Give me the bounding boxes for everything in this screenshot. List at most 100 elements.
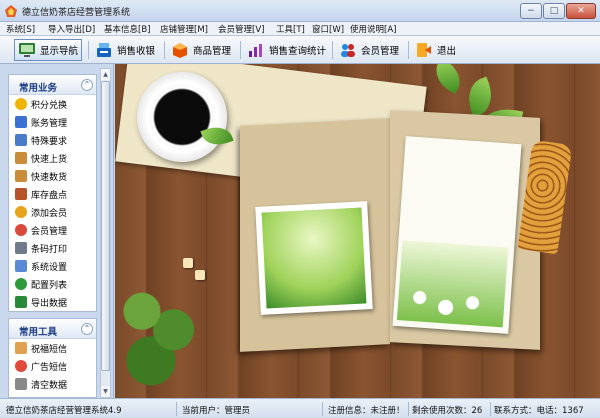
group-title: 常用工具: [19, 327, 58, 338]
minimize-button[interactable]: −: [520, 3, 542, 19]
excel-icon: [15, 296, 27, 308]
status-bar: 德立信奶茶店经营管理系统4.9 当前用户：管理员 注册信息：未注册！ 剩余使用次…: [0, 398, 600, 418]
status-separator: [322, 402, 323, 416]
exit-label: 退出: [437, 46, 457, 57]
menu-member[interactable]: 会员管理[V]: [218, 23, 264, 35]
sidebar-item-clear-data[interactable]: 清空数据: [9, 375, 96, 393]
sidebar: 常用业务 ⌃ 积分兑换 账务管理 特殊要求 快速上货 快速数货 库存盘点 添加会…: [0, 64, 114, 398]
status-current-user: 当前用户：管理员: [182, 406, 251, 416]
close-button[interactable]: ✕: [566, 3, 596, 19]
sidebar-item-label: 会员管理: [31, 226, 68, 237]
wrench-icon: [15, 260, 27, 272]
sidebar-item-label: 积分兑换: [31, 100, 68, 111]
toolbar-separator: [164, 41, 165, 59]
show-nav-label: 显示导航: [40, 46, 79, 57]
maximize-button[interactable]: □: [543, 3, 565, 19]
group-header[interactable]: 常用工具 ⌃: [9, 319, 96, 339]
sales-chart-icon: [249, 44, 262, 57]
menu-help[interactable]: 使用说明[A]: [350, 23, 396, 35]
printer-icon: [15, 242, 27, 254]
monitor-nav-icon: [19, 43, 35, 57]
menu-tools[interactable]: 工具[T]: [276, 23, 305, 35]
sidebar-item-barcode-print[interactable]: 条码打印: [9, 239, 96, 257]
group-header[interactable]: 常用业务 ⌃: [9, 75, 96, 95]
status-remaining-count: 剩余使用次数：26: [412, 406, 483, 416]
scroll-down-arrow-icon[interactable]: ▼: [101, 386, 110, 397]
dice-image: [195, 270, 205, 280]
sidebar-item-label: 系统设置: [31, 262, 68, 273]
collapse-icon[interactable]: ⌃: [81, 79, 93, 91]
sidebar-item-member-manage[interactable]: 会员管理: [9, 221, 96, 239]
menu-store[interactable]: 店铺管理[M]: [160, 23, 208, 35]
cash-register-icon: [97, 43, 111, 57]
toolbar-separator: [332, 41, 333, 59]
product-box-icon: [173, 43, 187, 58]
sms-ad-icon: [15, 360, 27, 372]
plant-image: [115, 274, 205, 398]
sidebar-item-label: 添加会员: [31, 208, 68, 219]
show-nav-button[interactable]: 显示导航: [14, 39, 82, 61]
status-separator: [490, 402, 491, 416]
sidebar-item-quick-count[interactable]: 快速数货: [9, 167, 96, 185]
ledger-icon: [15, 116, 27, 128]
sales-cashier-label: 销售收银: [117, 46, 156, 57]
box-up-icon: [15, 152, 27, 164]
sidebar-item-label: 快速上货: [31, 154, 68, 165]
status-separator: [176, 402, 177, 416]
sidebar-item-config-list[interactable]: 配置列表: [9, 275, 96, 293]
member-manage-label: 会员管理: [361, 46, 400, 57]
sidebar-item-label: 配置列表: [31, 280, 68, 291]
exit-button[interactable]: 退出: [412, 39, 458, 61]
sidebar-item-ad-sms[interactable]: 广告短信: [9, 357, 96, 375]
sidebar-item-system-settings[interactable]: 系统设置: [9, 257, 96, 275]
menu-system[interactable]: 系统[S]: [6, 23, 35, 35]
group-common-business: 常用业务 ⌃ 积分兑换 账务管理 特殊要求 快速上货 快速数货 库存盘点 添加会…: [8, 74, 97, 312]
scroll-thumb[interactable]: [101, 81, 110, 371]
sidebar-item-label: 祝福短信: [31, 344, 68, 355]
sidebar-item-quick-stock[interactable]: 快速上货: [9, 149, 96, 167]
sidebar-item-label: 快速数货: [31, 172, 68, 183]
group-title: 常用业务: [19, 83, 58, 94]
sidebar-item-inventory[interactable]: 库存盘点: [9, 185, 96, 203]
sidebar-item-label: 账务管理: [31, 118, 68, 129]
sidebar-item-label: 广告短信: [31, 362, 68, 373]
sidebar-item-greeting-sms[interactable]: 祝福短信: [9, 339, 96, 357]
scroll-up-arrow-icon[interactable]: ▲: [101, 69, 110, 80]
check-icon: [15, 278, 27, 290]
menu-bar: 系统[S] 导入导出[D] 基本信息[B] 店铺管理[M] 会员管理[V] 工具…: [0, 22, 600, 36]
group-common-tools: 常用工具 ⌃ 祝福短信 广告短信 清空数据: [8, 318, 97, 398]
menu-window[interactable]: 窗口[W]: [312, 23, 344, 35]
menu-import-export[interactable]: 导入导出[D]: [48, 23, 95, 35]
member-manage-button[interactable]: 会员管理: [336, 39, 406, 61]
status-separator: [408, 402, 409, 416]
product-manage-button[interactable]: 商品管理: [168, 39, 238, 61]
sidebar-item-points-exchange[interactable]: 积分兑换: [9, 95, 96, 113]
toolbar-separator: [408, 41, 409, 59]
sales-stats-button[interactable]: 销售查询统计: [244, 39, 330, 61]
warehouse-icon: [15, 188, 27, 200]
toolbar-separator: [88, 41, 89, 59]
coin-icon: [15, 98, 27, 110]
members-icon: [341, 44, 355, 57]
sms-gift-icon: [15, 342, 27, 354]
sidebar-item-export-data[interactable]: 导出数据: [9, 293, 96, 311]
dice-image: [183, 258, 193, 268]
sales-stats-label: 销售查询统计: [269, 46, 327, 57]
calendar-icon: [15, 134, 27, 146]
sidebar-item-add-member[interactable]: 添加会员: [9, 203, 96, 221]
sidebar-item-label: 条码打印: [31, 244, 68, 255]
sidebar-item-special-requests[interactable]: 特殊要求: [9, 131, 96, 149]
sidebar-item-accounts[interactable]: 账务管理: [9, 113, 96, 131]
sidebar-scrollbar[interactable]: ▲ ▼: [100, 68, 111, 398]
status-register-info: 注册信息：未注册！: [328, 406, 405, 416]
sales-cashier-button[interactable]: 销售收银: [92, 39, 162, 61]
sidebar-item-label: 导出数据: [31, 298, 68, 309]
product-manage-label: 商品管理: [193, 46, 232, 57]
collapse-icon[interactable]: ⌃: [81, 323, 93, 335]
sidebar-item-label: 清空数据: [31, 380, 68, 391]
sidebar-item-label: 库存盘点: [31, 190, 68, 201]
status-system-name: 德立信奶茶店经营管理系统4.9: [6, 406, 122, 416]
leaf-image: [429, 64, 467, 94]
main-background-image: [115, 64, 600, 398]
menu-basic-info[interactable]: 基本信息[B]: [104, 23, 150, 35]
